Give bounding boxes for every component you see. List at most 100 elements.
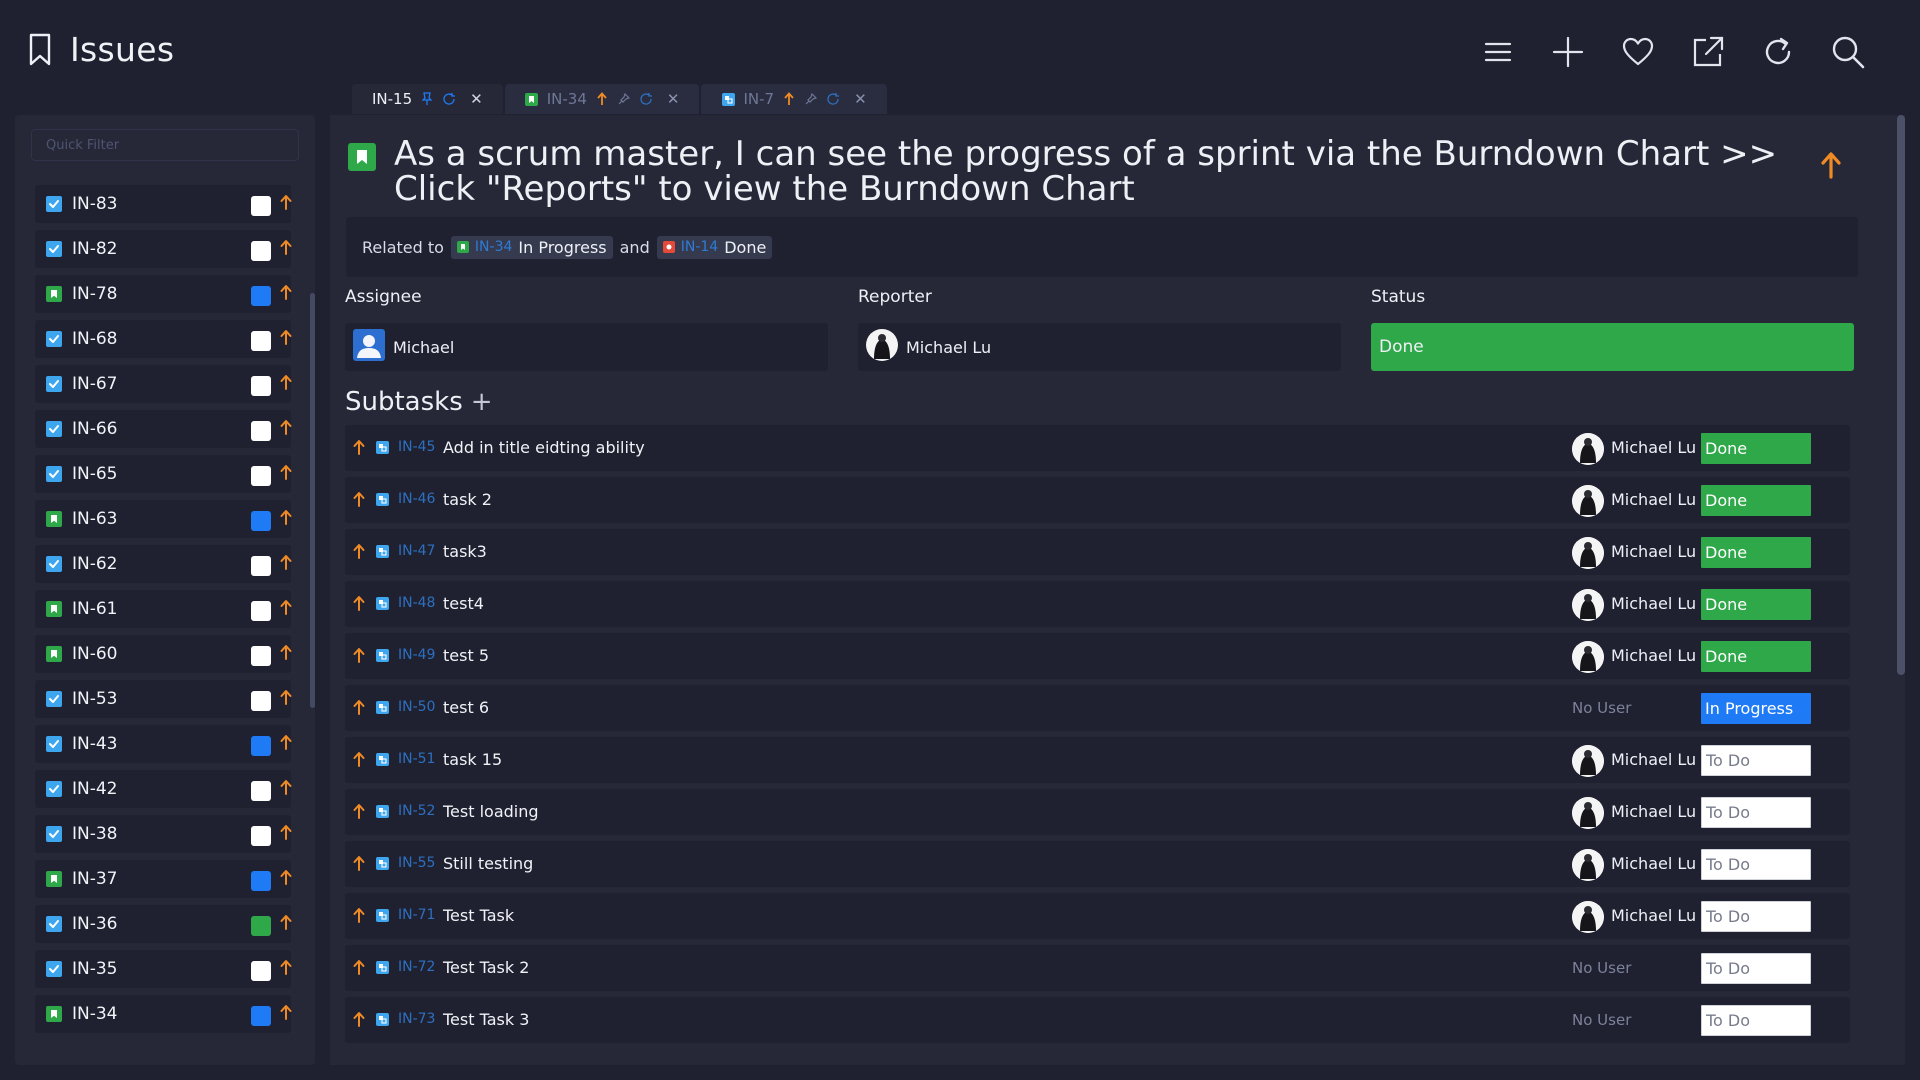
related-prefix: Related to (362, 237, 444, 257)
subtask-status[interactable]: Done (1701, 641, 1811, 672)
sidebar-scrollbar[interactable] (310, 293, 315, 708)
refresh-icon[interactable] (442, 92, 456, 106)
subtask-status[interactable]: Done (1701, 537, 1811, 568)
subtask-status[interactable]: To Do (1701, 797, 1811, 828)
subtask-key[interactable]: IN-46 (398, 491, 435, 507)
subtask-key[interactable]: IN-52 (398, 803, 435, 819)
sidebar-item-in-36[interactable]: IN-36 (35, 905, 292, 943)
subtask-row[interactable]: IN-71 Test Task Michael Lu To Do (345, 893, 1850, 939)
tab-in-7[interactable]: IN-7 ✕ (701, 84, 887, 114)
subtask-name[interactable]: Test Task (443, 906, 514, 925)
sidebar-item-in-38[interactable]: IN-38 (35, 815, 292, 853)
subtask-status[interactable]: To Do (1701, 953, 1811, 984)
subtask-key[interactable]: IN-49 (398, 647, 435, 663)
sidebar-item-in-61[interactable]: IN-61 (35, 590, 292, 628)
close-icon[interactable]: ✕ (667, 90, 680, 108)
subtask-row[interactable]: IN-51 task 15 Michael Lu To Do (345, 737, 1850, 783)
subtask-name[interactable]: Add in title eidting ability (443, 438, 645, 457)
subtask-key[interactable]: IN-45 (398, 439, 435, 455)
sidebar-item-in-65[interactable]: IN-65 (35, 455, 292, 493)
status-field[interactable]: Done (1371, 323, 1854, 371)
subtask-status[interactable]: To Do (1701, 745, 1811, 776)
subtask-row[interactable]: IN-50 test 6 No User In Progress (345, 685, 1850, 731)
sidebar-item-in-68[interactable]: IN-68 (35, 320, 292, 358)
subtask-key[interactable]: IN-55 (398, 855, 435, 871)
search-icon[interactable] (1830, 34, 1866, 70)
subtask-name[interactable]: test 5 (443, 646, 489, 665)
sidebar-item-in-82[interactable]: IN-82 (35, 230, 292, 268)
pin-icon[interactable] (804, 92, 818, 106)
quick-filter-input[interactable] (31, 129, 299, 161)
menu-icon[interactable] (1480, 34, 1516, 70)
close-icon[interactable]: ✕ (854, 90, 867, 108)
subtask-row[interactable]: IN-45 Add in title eidting ability Michael… (345, 425, 1850, 471)
subtask-name[interactable]: Test Task 3 (443, 1010, 529, 1029)
sidebar-item-in-67[interactable]: IN-67 (35, 365, 292, 403)
sidebar-item-in-42[interactable]: IN-42 (35, 770, 292, 808)
tab-in-15[interactable]: IN-15 ✕ (352, 84, 503, 114)
sidebar-item-in-83[interactable]: IN-83 (35, 185, 292, 223)
related-issue-link[interactable]: IN-34 In Progress (450, 235, 613, 259)
assignee-field[interactable]: Michael (345, 323, 828, 371)
sidebar-item-in-78[interactable]: IN-78 (35, 275, 292, 313)
subtask-status[interactable]: Done (1701, 589, 1811, 620)
sidebar-item-in-62[interactable]: IN-62 (35, 545, 292, 583)
subtask-name[interactable]: task 15 (443, 750, 502, 769)
sidebar-item-in-34[interactable]: IN-34 (35, 995, 292, 1033)
subtask-key[interactable]: IN-48 (398, 595, 435, 611)
toolbar (1480, 34, 1866, 70)
pin-icon[interactable] (420, 92, 434, 106)
refresh-icon[interactable] (639, 92, 653, 106)
subtask-key[interactable]: IN-73 (398, 1011, 435, 1027)
sidebar-item-in-43[interactable]: IN-43 (35, 725, 292, 763)
sidebar-item-in-60[interactable]: IN-60 (35, 635, 292, 673)
subtask-status[interactable]: To Do (1701, 849, 1811, 880)
subtask-name[interactable]: Still testing (443, 854, 533, 873)
subtask-name[interactable]: test4 (443, 594, 484, 613)
subtask-row[interactable]: IN-47 task3 Michael Lu Done (345, 529, 1850, 575)
close-icon[interactable]: ✕ (470, 90, 483, 108)
subtask-key[interactable]: IN-50 (398, 699, 435, 715)
sidebar-item-in-63[interactable]: IN-63 (35, 500, 292, 538)
subtask-name[interactable]: Test Task 2 (443, 958, 529, 977)
subtask-row[interactable]: IN-52 Test loading Michael Lu To Do (345, 789, 1850, 835)
subtask-status[interactable]: To Do (1701, 1005, 1811, 1036)
subtask-row[interactable]: IN-73 Test Task 3 No User To Do (345, 997, 1850, 1043)
add-subtask-button[interactable]: + (471, 387, 493, 417)
main-scrollbar[interactable] (1897, 115, 1905, 675)
subtask-row[interactable]: IN-49 test 5 Michael Lu Done (345, 633, 1850, 679)
subtask-status[interactable]: To Do (1701, 901, 1811, 932)
subtask-key[interactable]: IN-47 (398, 543, 435, 559)
subtask-row[interactable]: IN-55 Still testing Michael Lu To Do (345, 841, 1850, 887)
plus-icon[interactable] (1550, 34, 1586, 70)
priority-arrow-icon[interactable] (1820, 151, 1842, 183)
sidebar-item-in-66[interactable]: IN-66 (35, 410, 292, 448)
subtask-row[interactable]: IN-46 task 2 Michael Lu Done (345, 477, 1850, 523)
sidebar-item-in-53[interactable]: IN-53 (35, 680, 292, 718)
pin-icon[interactable] (617, 92, 631, 106)
subtask-key[interactable]: IN-72 (398, 959, 435, 975)
related-issue-link[interactable]: IN-14 Done (656, 235, 773, 259)
subtask-key[interactable]: IN-51 (398, 751, 435, 767)
subtask-status[interactable]: Done (1701, 433, 1811, 464)
reporter-field[interactable]: Michael Lu (858, 323, 1341, 371)
external-link-icon[interactable] (1690, 34, 1726, 70)
subtask-row[interactable]: IN-48 test4 Michael Lu Done (345, 581, 1850, 627)
tab-in-34[interactable]: IN-34 ✕ (504, 84, 700, 114)
status-swatch (251, 466, 271, 486)
sidebar-item-in-35[interactable]: IN-35 (35, 950, 292, 988)
subtask-status[interactable]: In Progress (1701, 693, 1811, 724)
assignee-label: Assignee (345, 287, 422, 307)
subtask-name[interactable]: task3 (443, 542, 487, 561)
sidebar-item-in-37[interactable]: IN-37 (35, 860, 292, 898)
subtask-name[interactable]: test 6 (443, 698, 489, 717)
subtask-name[interactable]: task 2 (443, 490, 492, 509)
heart-icon[interactable] (1620, 34, 1656, 70)
subtask-key[interactable]: IN-71 (398, 907, 435, 923)
refresh-icon[interactable] (1760, 34, 1796, 70)
refresh-icon[interactable] (826, 92, 840, 106)
subtask-row[interactable]: IN-72 Test Task 2 No User To Do (345, 945, 1850, 991)
subtask-name[interactable]: Test loading (443, 802, 539, 821)
issue-title[interactable]: As a scrum master, I can see the progres… (394, 137, 1815, 207)
subtask-status[interactable]: Done (1701, 485, 1811, 516)
